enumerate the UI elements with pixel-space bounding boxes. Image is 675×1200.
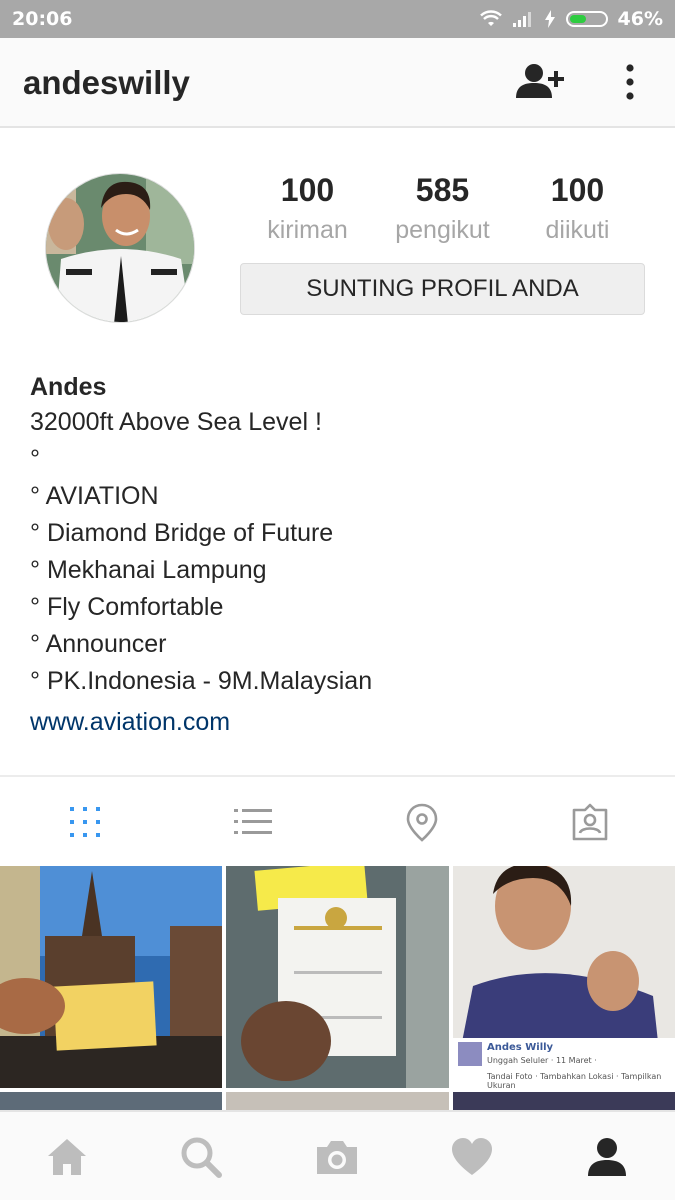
fb-name: Andes Willy (487, 1042, 554, 1053)
mini-avatar (458, 1042, 482, 1066)
fb-actions: Tandai Foto · Tambahkan Lokasi · Tampilk… (487, 1072, 662, 1088)
facebook-post-card: Andes Willy Unggah Seluler · 11 Maret · … (453, 1038, 675, 1088)
home-icon[interactable] (44, 1134, 90, 1180)
tagged-photos-icon[interactable] (570, 802, 610, 842)
username-title: andeswilly (23, 64, 190, 101)
post-grid: Andes Willy Unggah Seluler · 11 Maret · … (0, 866, 675, 1111)
post-photo-cathedral (0, 866, 222, 1088)
divider (0, 775, 675, 777)
edit-profile-button[interactable]: SUNTING PROFIL ANDA (240, 263, 645, 315)
profile-header: andeswilly (0, 38, 675, 128)
bio-line: ° Mekhanai Lampung (30, 556, 267, 584)
stat-label: diikuti (545, 216, 610, 244)
bio-line: ° AVIATION (30, 482, 159, 510)
bio-line: ° PK.Indonesia - 9M.Malaysian (30, 667, 373, 695)
add-user-icon[interactable] (514, 62, 566, 102)
battery-percent: 46% (617, 8, 663, 30)
heart-icon[interactable] (449, 1134, 495, 1180)
clock: 20:06 (12, 8, 73, 30)
posts-count[interactable]: 100 kiriman (240, 170, 375, 248)
list-icon[interactable] (233, 802, 273, 842)
bottom-navigation (0, 1110, 675, 1200)
fb-meta: Unggah Seluler · 11 Maret · (487, 1056, 597, 1065)
bio-line: 32000ft Above Sea Level ! (30, 408, 322, 436)
status-bar: 20:06 46% (0, 0, 675, 38)
post-thumbnail[interactable] (226, 866, 449, 1088)
stat-value: 100 (550, 172, 605, 208)
status-icons: 46% (479, 8, 663, 30)
view-tabs (0, 780, 675, 864)
post-thumbnail[interactable] (226, 1092, 449, 1111)
following-count[interactable]: 100 diikuti (510, 170, 645, 248)
search-icon[interactable] (178, 1134, 224, 1180)
post-photo-certificate (226, 866, 449, 1088)
stat-label: kiriman (267, 216, 348, 244)
post-thumbnail[interactable] (453, 1092, 675, 1111)
stat-value: 100 (280, 172, 335, 208)
bio-line: ° Announcer (30, 630, 167, 658)
bio-line: ° (30, 445, 40, 473)
wifi-icon (479, 10, 502, 26)
bio-line: ° Fly Comfortable (30, 593, 224, 621)
avatar-photo (46, 174, 194, 322)
post-thumbnail[interactable]: Andes Willy Unggah Seluler · 11 Maret · … (453, 866, 675, 1088)
signal-icon (512, 12, 531, 27)
profile-stats: 100 kiriman 585 pengikut 100 diikuti (240, 170, 645, 248)
profile-avatar[interactable] (45, 173, 195, 323)
followers-count[interactable]: 585 pengikut (375, 170, 510, 248)
camera-icon[interactable] (314, 1134, 360, 1180)
bio-line: ° Diamond Bridge of Future (30, 519, 334, 547)
charging-icon (544, 10, 555, 28)
display-name: Andes (30, 373, 107, 401)
post-thumbnail[interactable] (0, 1092, 222, 1111)
more-options-icon[interactable] (618, 62, 642, 102)
location-pin-icon[interactable] (402, 802, 442, 842)
stat-value: 585 (415, 172, 470, 208)
post-thumbnail[interactable] (0, 866, 222, 1088)
grid-icon[interactable] (65, 802, 105, 842)
battery-icon (565, 11, 608, 27)
website-link[interactable]: www.aviation.com (30, 702, 650, 742)
profile-icon[interactable] (584, 1134, 630, 1180)
stat-label: pengikut (395, 216, 490, 244)
profile-bio: Andes 32000ft Above Sea Level ! ° ° AVIA… (30, 370, 650, 742)
